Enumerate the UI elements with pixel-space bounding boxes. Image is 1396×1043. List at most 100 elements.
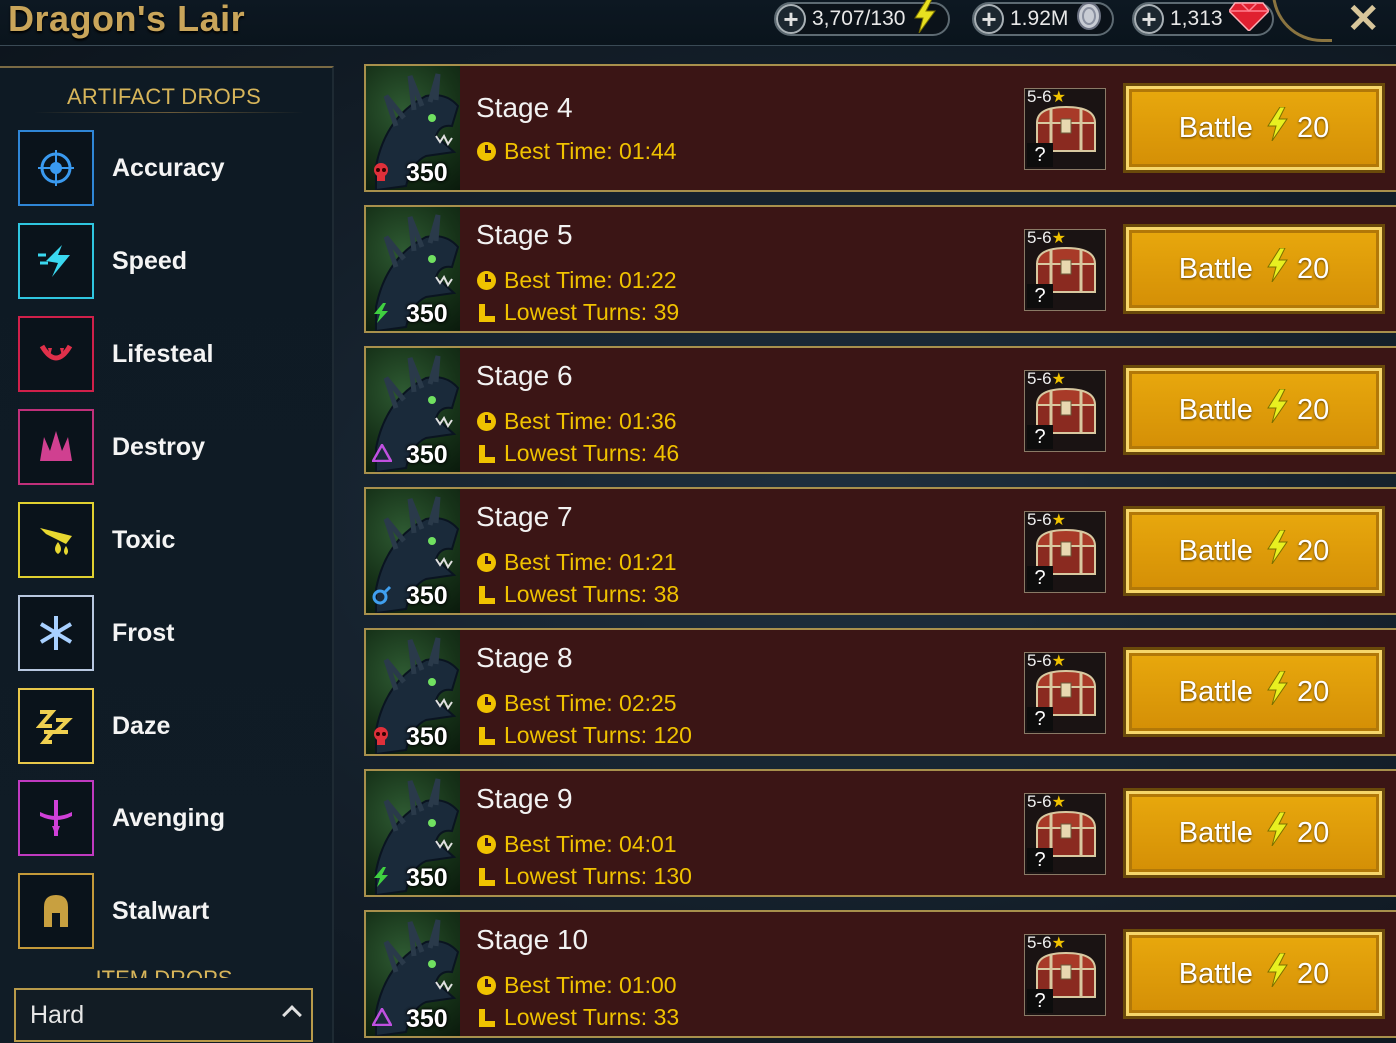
loot-preview[interactable]: 5-6★ ? — [1024, 369, 1106, 452]
avenging-icon — [18, 780, 94, 856]
stage-row[interactable]: 350 Stage 8 Best Time: 02:25 Lowest Turn… — [364, 628, 1396, 756]
best-time-text: Best Time: 01:21 — [504, 549, 677, 575]
loot-preview[interactable]: 5-6★ ? — [1024, 933, 1106, 1016]
drop-item-toxic[interactable]: Toxic — [18, 502, 318, 578]
star-icon: ★ — [1051, 794, 1066, 811]
drop-label: Accuracy — [112, 153, 225, 182]
best-time: Best Time: 01:00 — [476, 972, 677, 999]
loot-preview[interactable]: 5-6★ ? — [1024, 510, 1106, 593]
unknown-loot-badge: ? — [1027, 143, 1053, 167]
drop-item-frost[interactable]: Frost — [18, 595, 318, 671]
unknown-loot-badge: ? — [1027, 848, 1053, 872]
boot-icon — [476, 444, 496, 464]
clock-icon — [476, 976, 496, 996]
drop-item-lifesteal[interactable]: Lifesteal — [18, 316, 318, 392]
loot-rank: 5-6★ — [1027, 792, 1066, 811]
stage-row[interactable]: 350 Stage 10 Best Time: 01:00 Lowest Tur… — [364, 910, 1396, 1038]
battle-label: Battle — [1178, 957, 1253, 990]
add-gems-button[interactable]: + — [1134, 4, 1164, 34]
dragon-portrait: 350 — [366, 630, 460, 754]
enemy-power: 350 — [406, 1005, 448, 1033]
drop-item-avenging[interactable]: Avenging — [18, 780, 318, 856]
boot-icon — [476, 303, 496, 323]
accuracy-icon — [18, 130, 94, 206]
dragon-portrait: 350 — [366, 207, 460, 331]
affinity-void-icon — [372, 1008, 394, 1030]
gems-value: 1,313 — [1170, 7, 1223, 30]
energy-icon — [1265, 106, 1289, 149]
clock-icon — [476, 553, 496, 573]
lowest-turns-text: Lowest Turns: 130 — [504, 863, 692, 889]
unknown-loot-badge: ? — [1027, 989, 1053, 1013]
battle-button[interactable]: Battle 20 — [1126, 650, 1382, 734]
silver-coin-icon — [1074, 1, 1104, 37]
drop-item-daze[interactable]: Daze — [18, 688, 318, 764]
unknown-loot-badge: ? — [1027, 425, 1053, 449]
drop-item-destroy[interactable]: Destroy — [18, 409, 318, 485]
energy-icon — [1265, 247, 1289, 290]
battle-button[interactable]: Battle 20 — [1126, 791, 1382, 875]
battle-button[interactable]: Battle 20 — [1126, 509, 1382, 593]
battle-label: Battle — [1178, 393, 1253, 426]
loot-preview[interactable]: 5-6★ ? — [1024, 87, 1106, 170]
close-button[interactable]: ✕ — [1346, 0, 1380, 42]
toxic-icon — [18, 502, 94, 578]
drop-item-stalwart[interactable]: Stalwart — [18, 873, 318, 949]
dragon-portrait: 350 — [366, 66, 460, 190]
drop-label: Avenging — [112, 803, 225, 832]
battle-button[interactable]: Battle 20 — [1126, 368, 1382, 452]
stage-name: Stage 6 — [476, 360, 573, 391]
loot-preview[interactable]: 5-6★ ? — [1024, 651, 1106, 734]
affinity-spirit-icon — [372, 867, 394, 889]
item-drops-heading: ITEM DROPS — [0, 966, 328, 978]
energy-icon — [911, 0, 937, 39]
lowest-turns-text: Lowest Turns: 120 — [504, 722, 692, 748]
drop-label: Frost — [112, 618, 175, 647]
frost-icon — [18, 595, 94, 671]
loot-rank: 5-6★ — [1027, 369, 1066, 388]
stage-name: Stage 10 — [476, 924, 589, 955]
energy-value: 3,707/130 — [812, 7, 906, 30]
best-time: Best Time: 01:44 — [476, 138, 677, 165]
clock-icon — [476, 835, 496, 855]
stage-row[interactable]: 350 Stage 7 Best Time: 01:21 Lowest Turn… — [364, 487, 1396, 615]
difficulty-dropdown[interactable]: Hard — [14, 988, 313, 1042]
loot-rank: 5-6★ — [1027, 87, 1066, 106]
loot-preview[interactable]: 5-6★ ? — [1024, 228, 1106, 311]
drop-label: Daze — [112, 711, 171, 740]
lifesteal-icon — [18, 316, 94, 392]
affinity-void-icon — [372, 444, 394, 466]
battle-cost: 20 — [1296, 816, 1330, 849]
heading-divider — [34, 112, 304, 113]
battle-cost: 20 — [1296, 252, 1330, 285]
add-energy-button[interactable]: + — [776, 4, 806, 34]
star-icon: ★ — [1051, 935, 1066, 952]
affinity-magic-icon — [372, 585, 394, 607]
stage-row[interactable]: 350 Stage 6 Best Time: 01:36 Lowest Turn… — [364, 346, 1396, 474]
artifact-drops-panel: ARTIFACT DROPS Accuracy Speed Lifesteal … — [0, 66, 334, 1043]
loot-rank: 5-6★ — [1027, 933, 1066, 952]
loot-preview[interactable]: 5-6★ ? — [1024, 792, 1106, 875]
energy-counter: + 3,707/130 — [774, 0, 950, 39]
affinity-force-icon — [372, 162, 394, 184]
drop-item-accuracy[interactable]: Accuracy — [18, 130, 318, 206]
enemy-power: 350 — [406, 159, 448, 187]
loot-rank: 5-6★ — [1027, 228, 1066, 247]
stage-row[interactable]: 350 Stage 4 Best Time: 01:44 5-6★ ? Batt… — [364, 64, 1396, 192]
battle-button[interactable]: Battle 20 — [1126, 227, 1382, 311]
boot-icon — [476, 726, 496, 746]
energy-icon — [1265, 529, 1289, 572]
best-time: Best Time: 01:36 — [476, 408, 677, 435]
stage-row[interactable]: 350 Stage 5 Best Time: 01:22 Lowest Turn… — [364, 205, 1396, 333]
loot-rank: 5-6★ — [1027, 651, 1066, 670]
star-icon: ★ — [1051, 230, 1066, 247]
add-silver-button[interactable]: + — [974, 4, 1004, 34]
battle-button[interactable]: Battle 20 — [1126, 86, 1382, 170]
drop-item-speed[interactable]: Speed — [18, 223, 318, 299]
stage-row[interactable]: 350 Stage 9 Best Time: 04:01 Lowest Turn… — [364, 769, 1396, 897]
drop-label: Toxic — [112, 525, 176, 554]
battle-button[interactable]: Battle 20 — [1126, 932, 1382, 1016]
best-time: Best Time: 01:21 — [476, 549, 677, 576]
energy-icon — [1265, 811, 1289, 854]
stage-name: Stage 4 — [476, 92, 573, 123]
